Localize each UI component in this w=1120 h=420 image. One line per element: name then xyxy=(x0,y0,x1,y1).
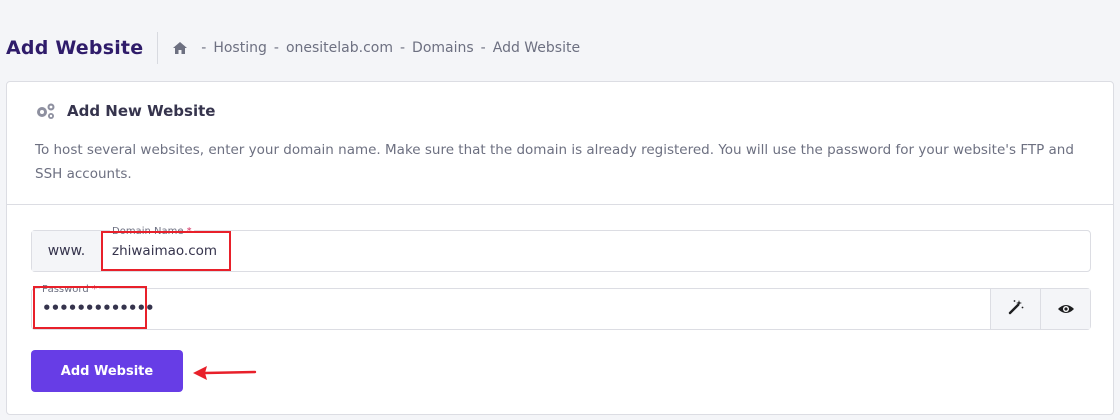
domain-name-field[interactable]: www. Domain Name * zhiwaimao.com xyxy=(31,226,1091,272)
required-mark: * xyxy=(186,226,192,237)
domain-input[interactable]: Domain Name * zhiwaimao.com xyxy=(102,226,1090,271)
breadcrumb-separator: - xyxy=(399,40,406,56)
required-mark: * xyxy=(91,284,97,295)
password-input[interactable]: Password * ••••••••••••• xyxy=(32,284,990,329)
breadcrumb-separator: - xyxy=(201,40,207,56)
password-field[interactable]: Password * ••••••••••••• xyxy=(31,284,1091,330)
breadcrumb: - Hosting - onesitelab.com - Domains - A… xyxy=(172,40,580,56)
add-website-card: Add New Website To host several websites… xyxy=(6,81,1114,415)
card-title-row: Add New Website xyxy=(35,102,1085,120)
domain-name-label-text: Domain Name xyxy=(112,226,184,237)
password-value[interactable]: ••••••••••••• xyxy=(42,299,155,317)
eye-icon xyxy=(1057,300,1075,319)
www-prefix: www. xyxy=(32,231,102,271)
breadcrumb-domain[interactable]: onesitelab.com xyxy=(286,40,393,56)
add-website-button[interactable]: Add Website xyxy=(31,350,183,392)
magic-wand-icon xyxy=(1008,299,1024,319)
password-label-text: Password xyxy=(42,284,89,295)
domain-name-label: Domain Name * xyxy=(110,226,194,237)
home-icon[interactable] xyxy=(172,41,188,55)
generate-password-button[interactable] xyxy=(990,289,1040,329)
password-label: Password * xyxy=(40,284,99,295)
breadcrumb-hosting[interactable]: Hosting xyxy=(213,40,267,56)
card-title: Add New Website xyxy=(67,102,216,120)
toggle-password-visibility-button[interactable] xyxy=(1040,289,1090,329)
breadcrumb-domains[interactable]: Domains xyxy=(412,40,474,56)
domain-name-value[interactable]: zhiwaimao.com xyxy=(112,243,217,259)
page-header: Add Website - Hosting - onesitelab.com -… xyxy=(6,32,580,64)
gears-icon xyxy=(35,102,57,120)
breadcrumb-current: Add Website xyxy=(492,40,581,56)
breadcrumb-separator: - xyxy=(273,40,279,56)
card-description: To host several websites, enter your dom… xyxy=(35,142,1074,182)
card-header: Add New Website To host several websites… xyxy=(7,82,1113,205)
annotation-arrow-icon xyxy=(193,366,257,380)
breadcrumb-separator: - xyxy=(480,40,486,56)
page-title: Add Website xyxy=(6,32,159,64)
